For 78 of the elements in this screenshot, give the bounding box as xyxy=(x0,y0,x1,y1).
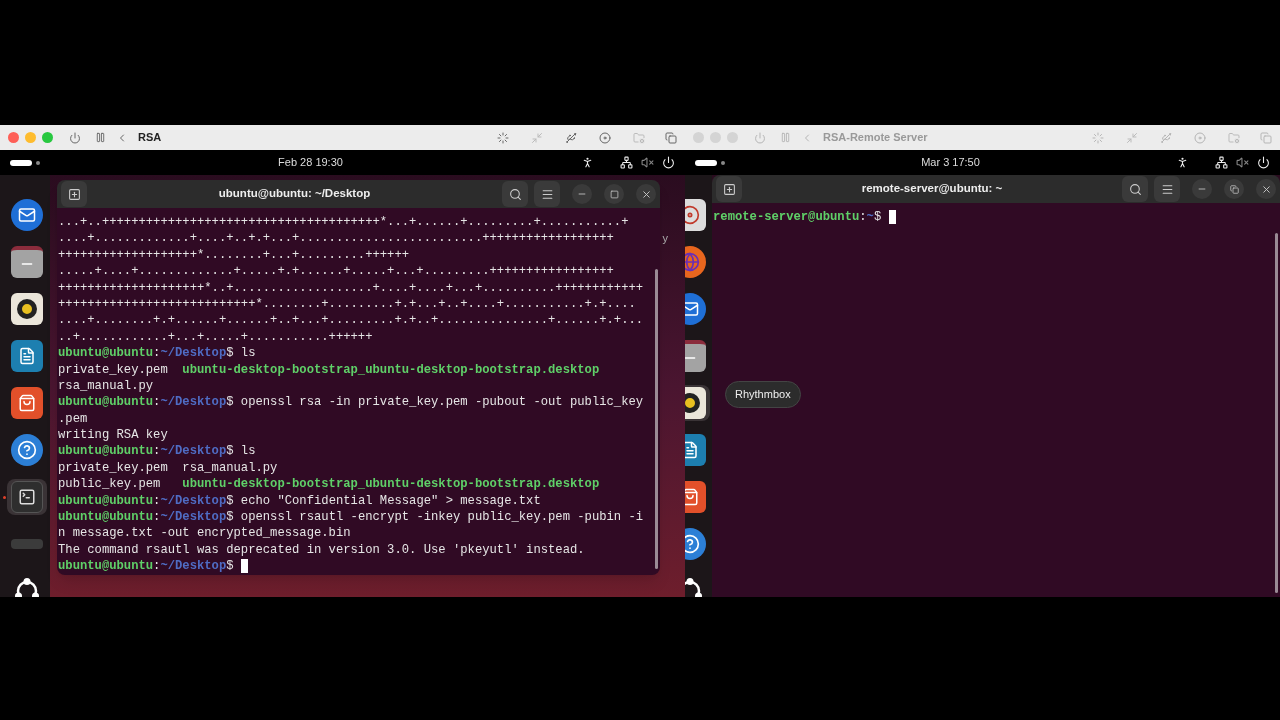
terminal-icon xyxy=(11,481,43,513)
speaker-icon xyxy=(11,293,43,325)
terminal-line: The command rsautl was deprecated in version 3.0. Use 'pkeyutl' instead. xyxy=(58,541,585,559)
search-icon xyxy=(508,187,522,201)
folder-icon xyxy=(11,246,43,278)
maximize-icon xyxy=(609,189,619,199)
windows-icon[interactable] xyxy=(665,131,677,144)
workspace-indicator-icon[interactable] xyxy=(695,159,725,166)
terminal-line: public_key.pem ubuntu-desktop-bootstrap_ubuntu-desktop-bootstrap.desktop xyxy=(58,476,600,493)
new-tab-button[interactable] xyxy=(61,181,87,207)
terminal-line: rsa_manual.py xyxy=(58,377,154,395)
terminal-line: ...+..++++++++++++++++++++++++++++++++++++++*...+......+.........+...........+ xyxy=(58,214,629,231)
close-icon xyxy=(1260,183,1272,195)
ring-dots-icon xyxy=(13,577,41,597)
search-icon xyxy=(1128,182,1142,196)
terminal-line: +++++++++++++++++++++++++++*........+.........+.+...+..+....+...........+.+.... xyxy=(58,295,636,313)
terminal-line: private_key.pem ubuntu-desktop-bootstrap_ubuntu-desktop-bootstrap.desktop xyxy=(58,361,600,378)
network-icon[interactable] xyxy=(1215,156,1228,169)
terminal-line: .pem xyxy=(58,410,88,428)
dock-item[interactable] xyxy=(7,479,47,515)
maximize-button[interactable] xyxy=(604,184,624,204)
usb-icon[interactable] xyxy=(565,131,577,144)
restore-icon xyxy=(1229,184,1239,194)
drive-icon xyxy=(11,539,43,549)
network-icon[interactable] xyxy=(620,156,633,169)
restore-button[interactable] xyxy=(1224,179,1244,199)
search-button[interactable] xyxy=(502,181,528,207)
terminal-title: ubuntu@ubuntu: ~/Desktop xyxy=(217,186,372,202)
tooltip: Rhythmbox xyxy=(725,381,801,408)
new-tab-button[interactable] xyxy=(716,176,742,202)
close-button[interactable] xyxy=(1256,179,1276,199)
new-tab-icon xyxy=(67,187,81,201)
terminal-line: ....+.............+....+..+.+...+.........................++++++++++++++++++ xyxy=(58,230,614,247)
terminal-line: ....+........+.+......+......+..+...+.........+.+..+...............+......+.+... xyxy=(58,312,644,329)
terminal-line: ubuntu@ubuntu:~/Desktop$ echo "Confidential Message" > message.txt xyxy=(58,492,541,510)
shopping-bag-icon xyxy=(11,387,43,419)
terminal-line: ubuntu@ubuntu:~/Desktop$ xyxy=(58,558,248,575)
search-button[interactable] xyxy=(1122,176,1148,202)
terminal-line: ubuntu@ubuntu:~/Desktop$ ls xyxy=(58,443,256,460)
background-text: y xyxy=(662,231,668,246)
new-tab-icon xyxy=(722,182,736,196)
disc-icon[interactable] xyxy=(599,131,611,144)
terminal-line: ++++++++++++++++++++*..+...................+....+....+...+..........++++++++++++ xyxy=(58,279,644,296)
document-icon xyxy=(11,340,43,372)
menu-button[interactable] xyxy=(534,181,560,207)
accessibility-icon[interactable] xyxy=(581,156,594,169)
power-icon[interactable] xyxy=(662,156,675,169)
date-time[interactable]: Mar 3 17:50 xyxy=(921,154,980,171)
menu-icon xyxy=(540,187,554,201)
minimize-button[interactable] xyxy=(1192,179,1212,199)
help-icon xyxy=(11,434,43,466)
date-time[interactable]: Feb 28 19:30 xyxy=(278,154,343,171)
menu-icon xyxy=(1160,182,1174,196)
terminal-line: ubuntu@ubuntu:~/Desktop$ openssl rsautl -encrypt -inkey public_key.pem -pubin -i xyxy=(58,509,644,526)
terminal-line: ubuntu@ubuntu:~/Desktop$ ls xyxy=(58,345,256,362)
terminal-line: private_key.pem rsa_manual.py xyxy=(58,459,278,477)
mail-app-icon xyxy=(11,199,43,231)
close-button[interactable] xyxy=(636,184,656,204)
terminal-line: ubuntu@ubuntu:~/Desktop$ openssl rsa -in private_key.pem -pubout -out public_key xyxy=(58,394,644,411)
terminal-line: writing RSA key xyxy=(58,427,168,444)
workspace-indicator-icon[interactable] xyxy=(10,159,40,166)
terminal-line: remote-server@ubuntu:~$ xyxy=(713,209,896,226)
menu-button[interactable] xyxy=(1154,176,1180,202)
terminal-line: +++++++++++++++++++*........+...+.........++++++ xyxy=(58,246,410,264)
terminal-line: n message.txt -out encrypted_message.bin xyxy=(58,525,351,542)
power-icon[interactable] xyxy=(1257,156,1270,169)
terminal-line: ..+............+...+.....+...........++++++ xyxy=(58,328,373,346)
volume-muted-icon[interactable] xyxy=(1236,156,1249,169)
terminal-line: .....+....+.............+.....+.+......+.....+...+.........+++++++++++++++++ xyxy=(58,263,614,280)
terminal-title: remote-server@ubuntu: ~ xyxy=(860,181,1004,197)
minimize-button[interactable] xyxy=(572,184,592,204)
spinner-icon[interactable] xyxy=(497,131,509,144)
accessibility-icon[interactable] xyxy=(1176,156,1189,169)
close-icon xyxy=(640,188,652,200)
pause-icon[interactable] xyxy=(95,132,106,143)
vm-title: RSA-Remote Server xyxy=(823,130,928,146)
volume-muted-icon[interactable] xyxy=(641,156,654,169)
vm-title: RSA xyxy=(138,130,162,146)
